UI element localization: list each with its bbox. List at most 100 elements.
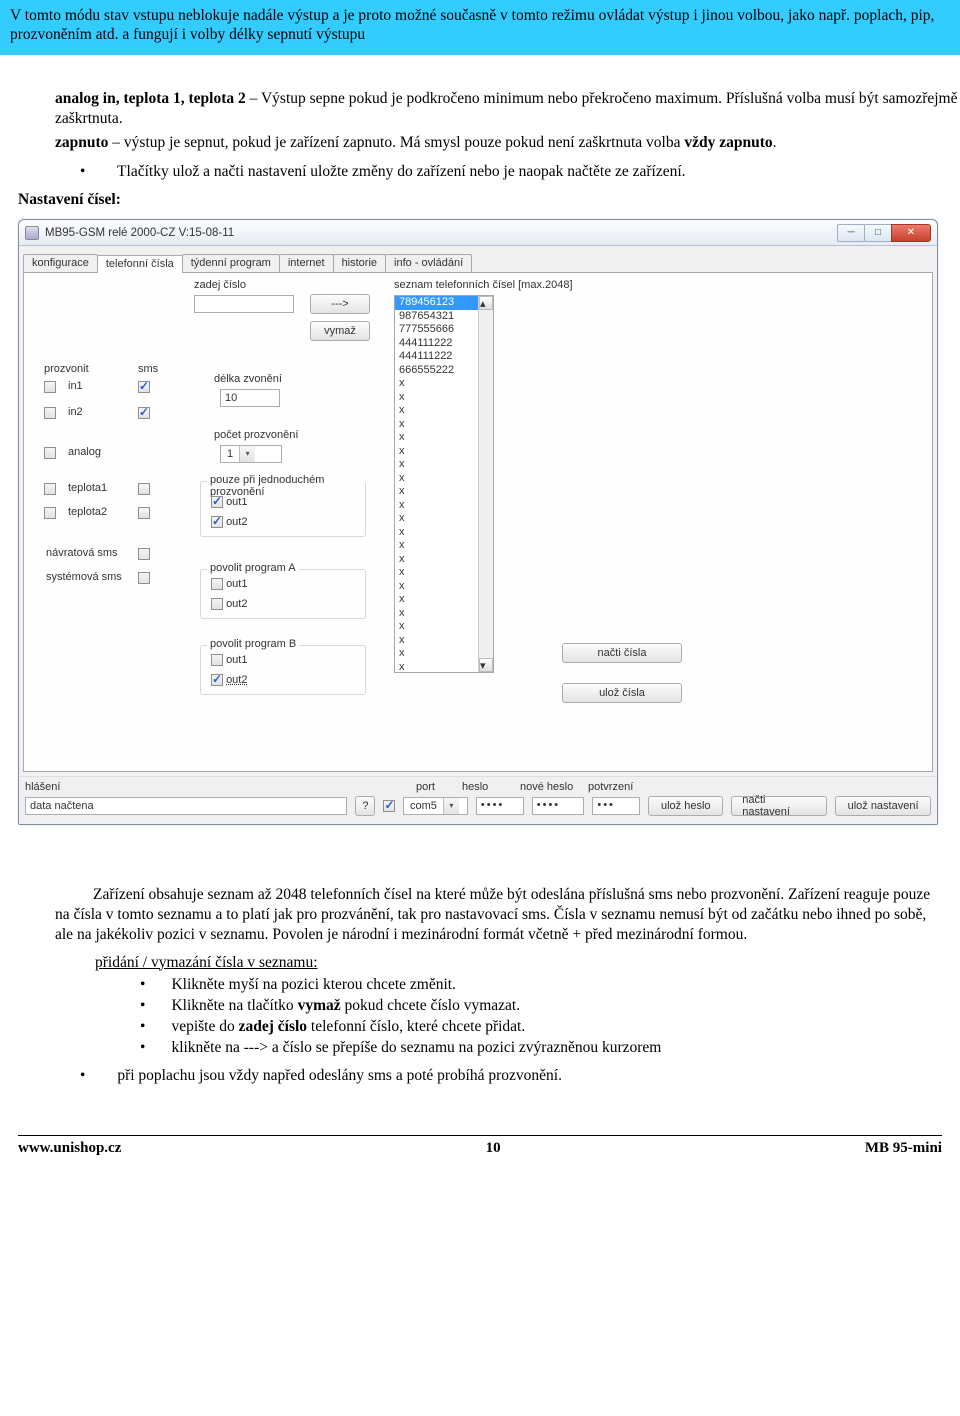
zadej-cislo-label: zadej číslo xyxy=(194,279,246,291)
bullet-text: při poplachu jsou vždy napřed odeslány s… xyxy=(117,1067,562,1084)
lbl-out2: out2 xyxy=(226,674,247,686)
hlaseni-field[interactable] xyxy=(25,797,347,815)
cb-port-enable[interactable] xyxy=(383,800,394,812)
row-teplota2: teplota2 xyxy=(68,506,107,518)
sub-bullet: vepište do zadej číslo telefonní číslo, … xyxy=(140,1018,960,1036)
cb-sms-in2[interactable] xyxy=(138,407,150,419)
cb-single-out2[interactable] xyxy=(211,516,223,528)
sub-bullet: klikněte na ---> a číslo se přepíše do s… xyxy=(140,1039,960,1057)
sub-heading: přidání / vymazání čísla v seznamu: xyxy=(95,954,960,972)
text: . xyxy=(773,134,777,151)
save-password-button[interactable]: ulož heslo xyxy=(648,796,723,816)
load-settings-button[interactable]: načti nastavení xyxy=(731,796,827,816)
term: analog in, teplota 1, teplota 2 xyxy=(55,90,246,107)
help-button[interactable]: ? xyxy=(355,796,375,816)
potvrzeni-field[interactable]: ••• xyxy=(592,797,640,815)
term: zapnuto xyxy=(55,134,108,151)
scroll-up-button[interactable]: ▴ xyxy=(479,296,493,310)
cb-prozvonit-in1[interactable] xyxy=(44,381,56,393)
seznam-label: seznam telefonních čísel [max.2048] xyxy=(394,279,573,291)
load-numbers-button[interactable]: načti čísla xyxy=(562,643,682,663)
tab-panel: zadej číslo ---> vymaž seznam telefonníc… xyxy=(23,272,933,772)
tab-internet[interactable]: internet xyxy=(279,254,334,272)
term: vždy zapnuto xyxy=(684,134,772,151)
col-prozvonit: prozvonit xyxy=(44,363,89,375)
tab-tydenni-program[interactable]: týdenní program xyxy=(182,254,280,272)
cb-pa-out2[interactable] xyxy=(211,598,223,610)
delka-input[interactable] xyxy=(220,389,280,407)
cb-sms-in1[interactable] xyxy=(138,381,150,393)
close-button[interactable]: ✕ xyxy=(891,224,931,242)
tab-telefonni-cisla[interactable]: telefonní čísla xyxy=(97,255,183,273)
window-title: MB95-GSM relé 2000-CZ V:15-08-11 xyxy=(45,227,838,239)
cb-pb-out2[interactable] xyxy=(211,674,223,686)
minimize-button[interactable]: ─ xyxy=(837,224,865,242)
sub-bullets: Klikněte myší na pozici kterou chcete zm… xyxy=(140,976,960,1057)
heslo-label: heslo xyxy=(462,781,512,793)
group-program-a: povolit program A out1 out2 xyxy=(200,569,366,619)
zadej-cislo-input[interactable] xyxy=(194,295,294,313)
app-window: MB95-GSM relé 2000-CZ V:15-08-11 ─ □ ✕ k… xyxy=(18,219,938,825)
row-teplota1: teplota1 xyxy=(68,482,107,494)
lbl-out1: out1 xyxy=(226,654,247,666)
heslo-field[interactable]: •••• xyxy=(476,797,524,815)
maximize-button[interactable]: □ xyxy=(864,224,892,242)
row-navratova: návratová sms xyxy=(46,547,118,559)
sub-bullet: Klikněte na tlačítko vymaž pokud chcete … xyxy=(140,997,960,1015)
col-sms: sms xyxy=(138,363,158,375)
cb-teplota2-l[interactable] xyxy=(44,507,56,519)
paragraph: zapnuto – výstup je sepnut, pokud je zař… xyxy=(55,133,960,153)
group-program-b-title: povolit program B xyxy=(207,638,299,650)
port-label: port xyxy=(416,781,454,793)
scroll-down-button[interactable]: ▾ xyxy=(479,658,493,672)
number-listbox[interactable]: 7894561239876543217775556664441112224441… xyxy=(394,295,494,673)
bullet: při poplachu jsou vždy napřed odeslány s… xyxy=(80,1067,960,1085)
save-settings-button[interactable]: ulož nastavení xyxy=(835,796,931,816)
cb-navratova[interactable] xyxy=(138,548,150,560)
cb-analog[interactable] xyxy=(44,447,56,459)
tab-historie[interactable]: historie xyxy=(333,254,386,272)
tab-strip: konfigurace telefonní čísla týdenní prog… xyxy=(23,252,937,272)
pocet-combo[interactable]: 1 xyxy=(220,445,282,463)
group-program-b: povolit program B out1 out2 xyxy=(200,645,366,695)
potvrzeni-label: potvrzení xyxy=(588,781,643,793)
lbl-out2: out2 xyxy=(226,516,247,528)
row-in1: in1 xyxy=(68,380,83,392)
cb-single-out1[interactable] xyxy=(211,496,223,508)
bottom-bar: hlášení port heslo nové heslo potvrzení … xyxy=(19,776,937,824)
delete-number-button[interactable]: vymaž xyxy=(310,321,370,341)
footer-left: www.unishop.cz xyxy=(18,1140,121,1157)
window-buttons: ─ □ ✕ xyxy=(838,224,931,242)
save-numbers-button[interactable]: ulož čísla xyxy=(562,683,682,703)
port-combo[interactable]: com5 xyxy=(403,797,468,815)
cb-systemova[interactable] xyxy=(138,572,150,584)
group-single-ring: pouze při jednoduchém prozvonění out1 ou… xyxy=(200,481,366,537)
cb-pa-out1[interactable] xyxy=(211,578,223,590)
lbl-out1: out1 xyxy=(226,578,247,590)
info-box: V tomto módu stav vstupu neblokuje nadál… xyxy=(0,0,960,55)
cb-prozvonit-in2[interactable] xyxy=(44,407,56,419)
info-box-text: V tomto módu stav vstupu neblokuje nadál… xyxy=(10,7,934,43)
cb-teplota1-r[interactable] xyxy=(138,483,150,495)
bullet: Tlačítky ulož a načti nastavení uložte z… xyxy=(80,163,960,181)
cb-pb-out1[interactable] xyxy=(211,654,223,666)
cb-teplota1-l[interactable] xyxy=(44,483,56,495)
bullet-text: Tlačítky ulož a načti nastavení uložte z… xyxy=(117,163,685,180)
list-scrollbar[interactable]: ▴ ▾ xyxy=(478,296,493,672)
hlaseni-label: hlášení xyxy=(25,781,55,793)
cb-teplota2-r[interactable] xyxy=(138,507,150,519)
port-value: com5 xyxy=(410,800,437,812)
delka-label: délka zvonění xyxy=(214,373,282,385)
row-in2: in2 xyxy=(68,406,83,418)
paragraph: analog in, teplota 1, teplota 2 – Výstup… xyxy=(55,89,960,129)
nove-heslo-label: nové heslo xyxy=(520,781,580,793)
lbl-out2: out2 xyxy=(226,598,247,610)
tab-konfigurace[interactable]: konfigurace xyxy=(23,254,98,272)
pocet-value: 1 xyxy=(227,448,233,460)
add-number-button[interactable]: ---> xyxy=(310,294,370,314)
nove-heslo-field[interactable]: •••• xyxy=(532,797,585,815)
tab-info-ovladani[interactable]: info - ovládání xyxy=(385,254,472,272)
paragraph: Zařízení obsahuje seznam až 2048 telefon… xyxy=(55,885,942,945)
page-footer: www.unishop.cz 10 MB 95-mini xyxy=(18,1135,942,1157)
footer-right: MB 95-mini xyxy=(865,1140,942,1157)
